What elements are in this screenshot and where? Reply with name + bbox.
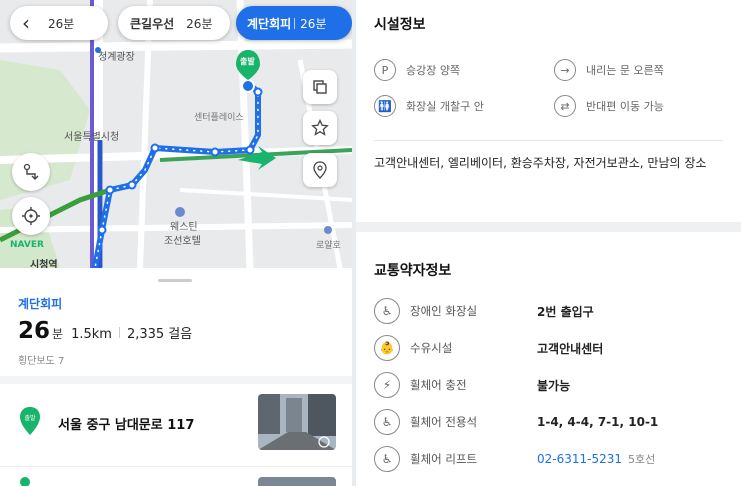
route-option-tabs: ‹ 26분 큰길우선 26분 계단회피 26분 [10,6,352,40]
sheet-divider [0,376,352,384]
parking-icon: P [374,59,396,81]
accessibility-value: 고객안내센터 [537,341,604,356]
swap-icon: ⇄ [554,95,576,117]
facility-item-label: 화장실 개찰구 안 [406,100,484,113]
route-screen: 청계광장 서울특별시청 센터플레이스 웨스틴 조선호텔 로얄호 시청역 NAVE… [0,0,352,486]
map-label-plaza: 청계광장 [98,52,135,63]
accessibility-label: 휠체어 충전 [410,378,467,392]
wheelchair-seat-icon: ♿ [374,409,400,435]
back-tab-time: 26분 [48,16,75,31]
favorite-button[interactable] [303,111,337,145]
accessibility-label: 휠체어 리프트 [410,452,478,466]
facility-item-restroom: 🚻 화장실 개찰구 안 [374,95,484,117]
accessibility-label: 휠체어 전용석 [410,415,478,429]
start-badge: 출발 [240,57,255,66]
list-item[interactable] [0,466,352,486]
tab-main-road[interactable]: 큰길우선 26분 [118,6,230,40]
start-pin-icon: 출발 [18,406,42,440]
start-address: 서울 중구 남대문로 117 [58,418,195,433]
facility-section: 시설정보 P 승강장 양쪽 → 내리는 문 오른쪽 🚻 화장실 개찰구 안 ⇄ … [356,0,741,222]
sheet-handle[interactable] [158,279,192,282]
map-label-hotel2: 조선호텔 [164,236,201,247]
tab-main-road-time: 26분 [186,16,213,31]
tab-main-road-label: 큰길우선 [130,16,175,31]
accessibility-value: 불가능 [537,378,571,393]
wheelchair-charging-icon: ⚡ [374,372,400,398]
phone-link[interactable]: 02-6311-5231 [537,452,622,466]
facility-item-door: → 내리는 문 오른쪽 [554,59,664,81]
list-item[interactable]: 출발 서울 중구 남대문로 117 [0,384,352,466]
tab-avoid-stairs-label: 계단회피 [247,16,292,31]
naver-logo: NAVER [10,240,44,250]
accessibility-row: ♿ 휠체어 전용석 1-4, 4-4, 7-1, 10-1 [374,405,724,439]
place-button[interactable] [303,153,337,187]
chevron-left-icon: ‹ [22,11,30,35]
pin-icon [313,161,327,179]
route-minutes: 26 [18,318,51,344]
tab-avoid-stairs[interactable]: 계단회피 26분 [236,6,352,40]
location-icon [22,207,40,225]
facility-item-label: 내리는 문 오른쪽 [586,64,664,77]
summary-divider [118,327,120,338]
restroom-icon: 🚻 [374,95,396,117]
route-minutes-unit: 분 [52,327,64,341]
route-type-label: 계단회피 [18,297,63,311]
facility-amenities: 고객안내센터, 엘리베이터, 환승주차장, 자전거보관소, 만남의 장소 [374,156,707,170]
star-icon [311,119,329,136]
layers-icon [313,80,327,94]
my-location-button[interactable] [12,197,50,235]
route-icon [23,163,39,180]
accessibility-row: ♿ 휠체어 리프트 02-6311-5231 5호선 [374,442,724,476]
map-label-station: 시청역 [30,260,58,268]
tab-avoid-stairs-time: 26분 [300,16,327,31]
map-label-center: 센터플레이스 [194,113,244,123]
map-label-hotel1: 웨스틴 [170,222,198,233]
route-steps: 2,335 걸음 [126,327,193,342]
arrow-right-icon: → [554,59,576,81]
route-mode-button[interactable] [12,153,50,191]
facility-divider [374,140,723,141]
tab-divider [294,17,296,29]
map-view[interactable]: 청계광장 서울특별시청 센터플레이스 웨스틴 조선호텔 로얄호 시청역 NAVE… [0,0,352,268]
crosswalk-count: 횡단보도 7 [18,356,65,367]
route-distance: 1.5km [71,327,112,342]
next-step-pin-icon [20,477,30,486]
route-bottom-sheet[interactable]: 계단회피 26 분 1.5km 2,335 걸음 횡단보도 7 출발 서울 중구… [0,268,352,486]
accessibility-value: 2번 출입구 [537,304,594,319]
street-view-thumbnail[interactable] [258,477,336,486]
accessibility-title: 교통약자정보 [374,263,452,279]
accessibility-label: 수유시설 [410,341,453,355]
map-label-city: 서울특별시청 [64,132,120,143]
accessibility-section: 교통약자정보 ♿ 장애인 화장실 2번 출입구 👶 수유시설 고객안내센터 ⚡ … [356,232,741,486]
facility-item-label: 승강장 양쪽 [406,64,461,77]
route-summary: 26 분 1.5km 2,335 걸음 [18,318,192,344]
map-label-royal: 로얄호 [316,241,341,251]
back-button[interactable]: ‹ 26분 [10,6,108,40]
wheelchair-lift-icon: ♿ [374,446,400,472]
facility-item-transfer: ⇄ 반대편 이동 가능 [554,95,664,117]
street-view-thumbnail[interactable] [258,394,336,450]
start-pin-label: 출발 [24,414,36,422]
accessibility-row: ♿ 장애인 화장실 2번 출입구 [374,294,724,328]
line-label: 5호선 [628,453,656,466]
accessibility-row: 👶 수유시설 고객안내센터 [374,331,724,365]
facility-item-label: 반대편 이동 가능 [586,100,664,113]
facility-item-platform: P 승강장 양쪽 [374,59,460,81]
nursing-room-icon: 👶 [374,335,400,361]
layers-button[interactable] [303,70,337,104]
accessibility-label: 장애인 화장실 [410,304,478,318]
station-info-screen: 시설정보 P 승강장 양쪽 → 내리는 문 오른쪽 🚻 화장실 개찰구 안 ⇄ … [356,0,741,486]
accessibility-row: ⚡ 휠체어 충전 불가능 [374,368,724,402]
facility-title: 시설정보 [374,17,426,33]
accessible-restroom-icon: ♿ [374,298,400,324]
accessibility-value: 1-4, 4-4, 7-1, 10-1 [537,415,659,429]
